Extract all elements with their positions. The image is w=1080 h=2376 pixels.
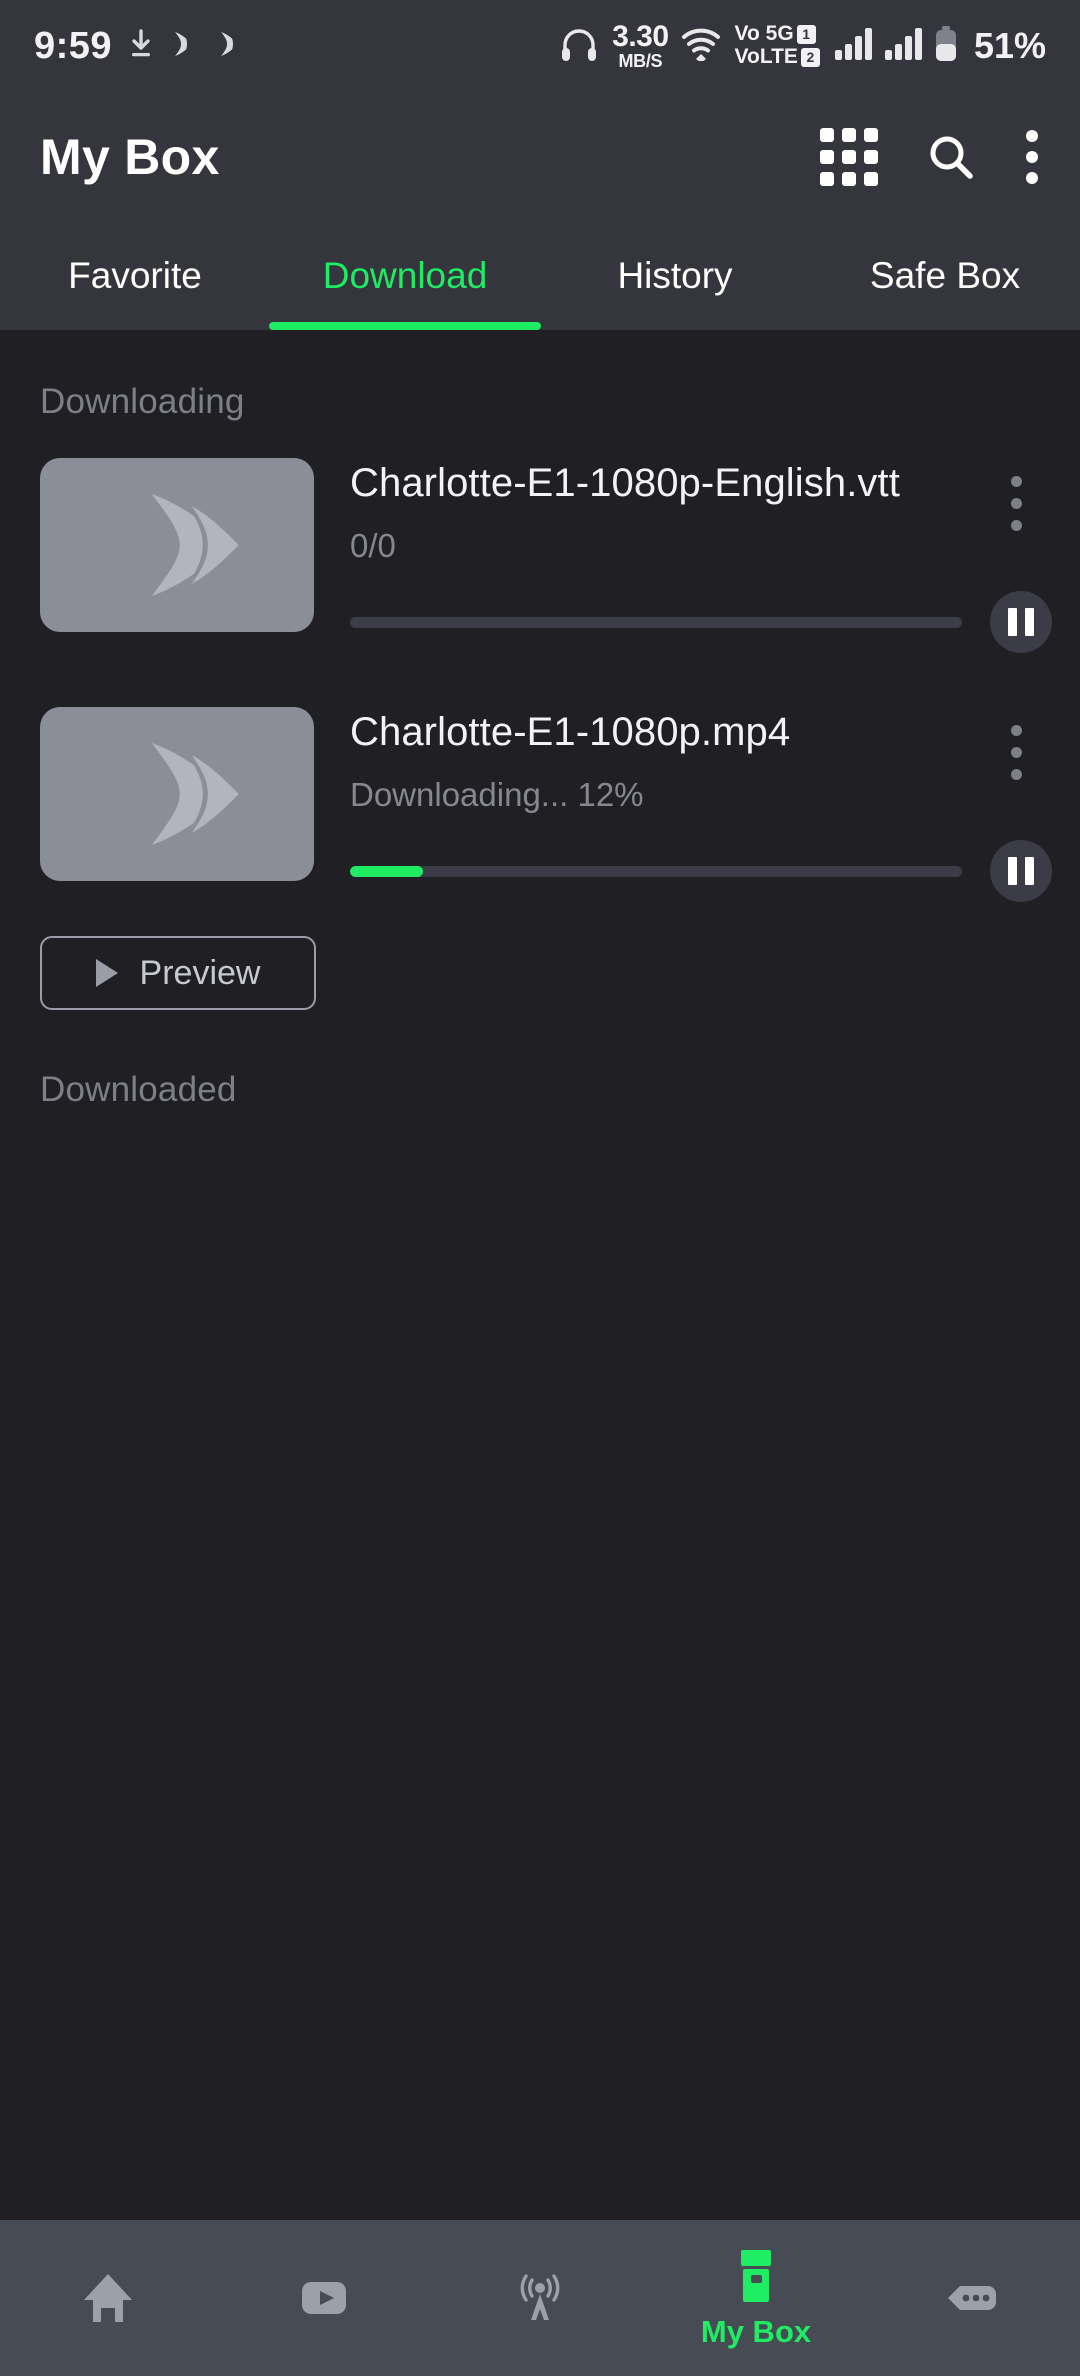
- download-list: Downloading Charlotte-E1-1080p-English.v…: [0, 330, 1080, 2220]
- page-title: My Box: [40, 129, 220, 185]
- network-speed-value: 3.30: [612, 20, 669, 53]
- battery-icon: [934, 25, 958, 67]
- tab-bar: Favorite Download History Safe Box: [0, 222, 1080, 330]
- grid-view-glyph: [820, 128, 878, 186]
- download-item[interactable]: Charlotte-E1-1080p.mp4 Downloading... 12…: [0, 653, 1080, 903]
- section-header-downloaded: Downloaded: [40, 1070, 237, 1110]
- app-window: 9:59 3.30 MB/S Vo 5G 1 VoLTE 2 51% My Bo…: [0, 0, 1080, 2376]
- battery-percentage: 51%: [973, 25, 1046, 66]
- sim-2-badge: 2: [800, 47, 820, 67]
- download-item[interactable]: Charlotte-E1-1080p-English.vtt 0/0: [0, 422, 1080, 654]
- status-bar-clock: 9:59: [34, 24, 113, 67]
- nav-item-video[interactable]: [216, 2266, 432, 2330]
- wifi-icon: [681, 27, 721, 66]
- download-item-body: Charlotte-E1-1080p-English.vtt 0/0: [314, 458, 1052, 654]
- nav-item-my-box-label: My Box: [700, 2314, 812, 2349]
- download-item-body: Charlotte-E1-1080p.mp4 Downloading... 12…: [314, 707, 1052, 903]
- video-icon: [302, 2282, 346, 2314]
- pause-icon[interactable]: [990, 591, 1052, 654]
- preview-button[interactable]: Preview: [40, 936, 316, 1011]
- download-item-title: Charlotte-E1-1080p-English.vtt: [350, 461, 900, 505]
- status-bar-right: 3.30 MB/S Vo 5G 1 VoLTE 2 51%: [560, 22, 1046, 70]
- overflow-menu-icon[interactable]: [995, 717, 1038, 788]
- volte-indicator: Vo 5G 1 VoLTE 2: [735, 23, 820, 68]
- tab-active-indicator: [269, 322, 541, 330]
- bottom-navigation-bar: My Box: [0, 2220, 1080, 2376]
- signal-bars-icon: [884, 27, 922, 65]
- pause-icon[interactable]: [990, 840, 1052, 903]
- section-header-downloading: Downloading: [40, 382, 245, 421]
- network-speed-indicator: 3.30 MB/S: [612, 20, 669, 71]
- volte-line-2: VoLTE 2: [734, 45, 820, 69]
- sim-1-badge: 1: [796, 25, 816, 45]
- download-item-status: 0/0: [350, 527, 396, 565]
- grid-view-icon[interactable]: [820, 128, 878, 186]
- nav-item-more[interactable]: [864, 2266, 1080, 2330]
- live-broadcast-icon: [520, 2274, 560, 2320]
- nav-item-my-box[interactable]: My Box: [648, 2246, 864, 2350]
- download-item-title: Charlotte-E1-1080p.mp4: [350, 710, 791, 755]
- status-bar: 9:59 3.30 MB/S Vo 5G 1 VoLTE 2 51%: [0, 0, 1080, 92]
- tab-history[interactable]: History: [540, 222, 810, 330]
- volte-line-1-text: Vo 5G: [734, 22, 794, 46]
- tab-download-label: Download: [322, 255, 488, 296]
- overflow-menu-icon[interactable]: [1024, 129, 1040, 185]
- tab-favorite[interactable]: Favorite: [0, 222, 270, 330]
- app-logo-icon: [216, 29, 246, 64]
- tab-safe-box-label: Safe Box: [869, 255, 1021, 296]
- download-item-progress-row: [350, 840, 1052, 903]
- headphone-icon: [560, 26, 598, 67]
- tab-history-label: History: [617, 255, 733, 296]
- signal-bars-icon: [834, 27, 872, 65]
- download-arrow-icon: [128, 28, 154, 64]
- status-bar-left: 9:59: [34, 25, 246, 68]
- overflow-menu-icon[interactable]: [995, 468, 1038, 539]
- download-item-status: Downloading... 12%: [350, 776, 644, 814]
- download-item-progress-row: [350, 591, 1052, 654]
- my-box-icon: [741, 2250, 771, 2302]
- progress-bar-fill: [350, 865, 424, 877]
- preview-button-label: Preview: [139, 953, 261, 992]
- search-icon[interactable]: [926, 132, 976, 182]
- progress-bar: [350, 865, 962, 877]
- more-ellipsis-icon: [948, 2286, 996, 2310]
- progress-bar: [350, 616, 962, 628]
- network-speed-unit: MB/S: [618, 51, 663, 71]
- volte-line-1: Vo 5G 1: [735, 23, 820, 46]
- nav-item-home[interactable]: [0, 2266, 216, 2330]
- play-icon: [95, 959, 118, 988]
- tab-safe-box[interactable]: Safe Box: [810, 222, 1080, 330]
- nav-item-live[interactable]: [432, 2266, 648, 2330]
- app-bar-actions: [820, 128, 1040, 186]
- app-logo-icon: [170, 29, 200, 64]
- volte-line-2-text: VoLTE: [734, 45, 798, 68]
- video-placeholder-icon: [40, 458, 314, 632]
- tab-download[interactable]: Download: [269, 222, 541, 330]
- tab-favorite-label: Favorite: [68, 255, 202, 296]
- home-icon: [84, 2274, 132, 2322]
- video-placeholder-icon: [40, 707, 314, 882]
- app-bar: My Box: [0, 92, 1080, 222]
